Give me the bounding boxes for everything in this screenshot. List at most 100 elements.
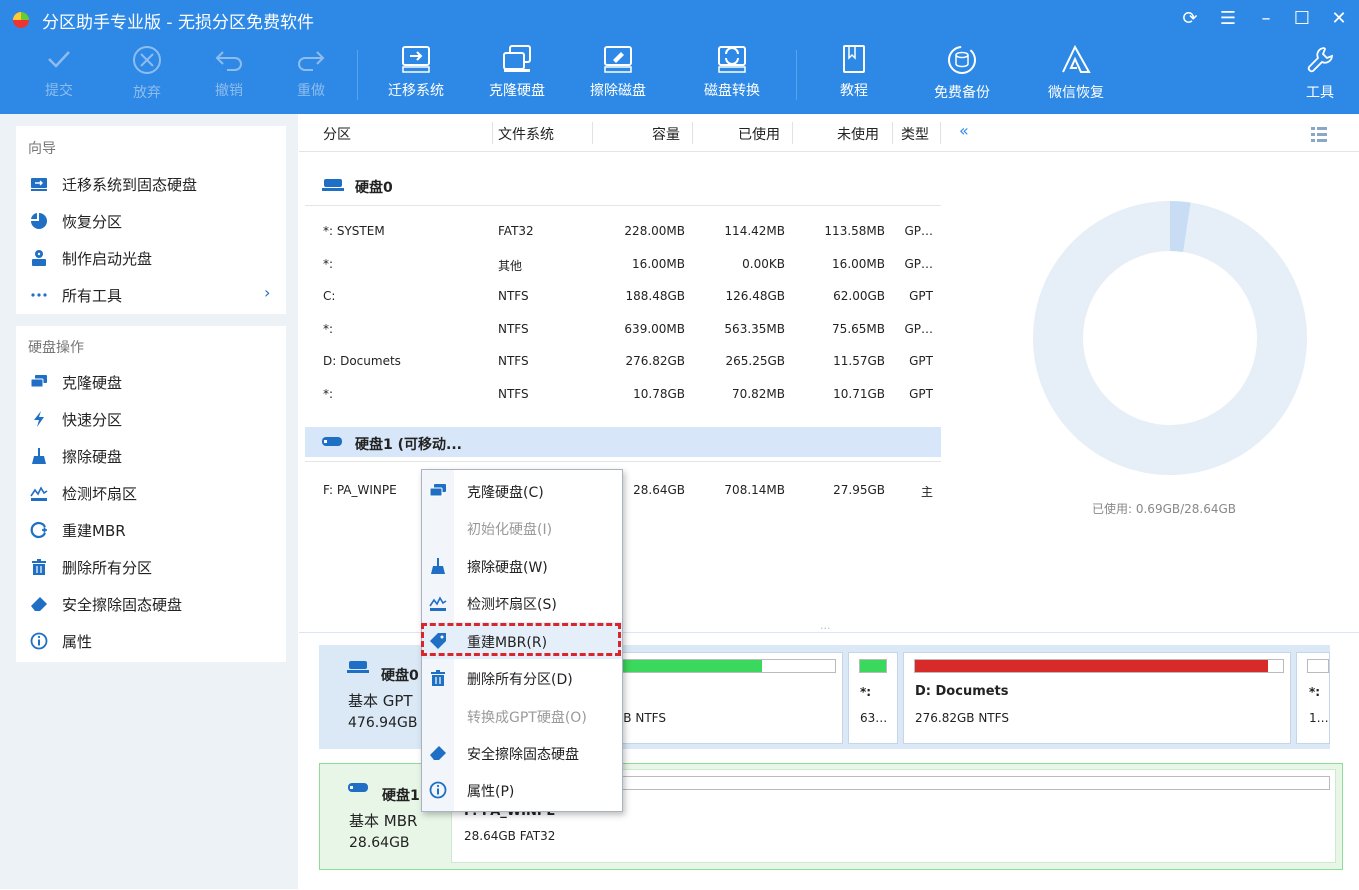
menu-item-label: 克隆硬盘(C)	[467, 485, 544, 501]
partition-row[interactable]: D: Documets NTFS 276.82GB 265.25GB 11.57GB GP…	[305, 345, 941, 377]
cell-filesystem: FAT32	[498, 224, 534, 238]
diskop-secure-erase-ssd[interactable]: 安全擦除固态硬盘	[16, 586, 286, 620]
usage-fill	[915, 660, 1269, 672]
tutorial-button[interactable]: 教程	[814, 44, 894, 110]
disk0-partition-small[interactable]: *: 63…	[848, 652, 898, 744]
wipe-disk-button[interactable]: 擦除磁盘	[578, 44, 658, 110]
diskop-delete-all-partitions[interactable]: 删除所有分区	[16, 549, 286, 583]
menu-item-secure-erase-ssd[interactable]: 安全擦除固态硬盘	[422, 734, 622, 771]
tools-button[interactable]: 工具	[1280, 44, 1359, 110]
minimize-icon[interactable]: –	[1253, 6, 1279, 32]
menu-item-convert-to-gpt[interactable]: 转换成GPT硬盘(O)	[422, 697, 622, 734]
menu-item-initialize-disk[interactable]: 初始化硬盘(I)	[422, 509, 622, 546]
info-icon	[429, 781, 447, 799]
partition-row[interactable]: C: NTFS 188.48GB 126.48GB 62.00GB GPT	[305, 280, 941, 312]
clone-disk-button[interactable]: 克隆硬盘	[477, 44, 557, 110]
cell-partition: C:	[323, 289, 336, 304]
disk0-map-size: 476.94GB	[348, 715, 418, 731]
cell-free: 10.71GB	[833, 387, 885, 401]
col-filesystem[interactable]: 文件系统	[498, 124, 554, 144]
wrench-icon	[1307, 47, 1333, 73]
diskop-properties[interactable]: 属性	[16, 623, 286, 657]
col-free[interactable]: 未使用	[837, 124, 879, 144]
redo-button[interactable]: 重做	[271, 44, 351, 110]
diskop-label: 安全擦除固态硬盘	[62, 596, 183, 614]
menu-icon[interactable]: ☰	[1215, 6, 1241, 32]
col-separator	[940, 122, 941, 144]
diskop-quick-partition[interactable]: 快速分区	[16, 401, 286, 435]
undo-icon	[215, 51, 242, 71]
trash-icon	[431, 670, 445, 686]
diskop-label: 重建MBR	[62, 522, 126, 540]
disk-operations-card: 硬盘操作 克隆硬盘 快速分区 擦除硬盘 检测坏扇区 重建MBR 删除所有分区 安…	[16, 326, 286, 662]
diskop-wipe-disk[interactable]: 擦除硬盘	[16, 438, 286, 472]
disk0-partition-last[interactable]: *: 1…	[1296, 652, 1330, 744]
col-used[interactable]: 已使用	[738, 124, 780, 144]
col-type[interactable]: 类型	[901, 124, 929, 144]
diskop-rebuild-mbr[interactable]: 重建MBR	[16, 512, 286, 546]
partition-row[interactable]: F: PA_WINPE 28.64GB 708.14MB 27.95GB 主	[305, 474, 941, 506]
cell-partition: D: Documets	[323, 354, 401, 369]
collapse-panel-button[interactable]: «	[959, 121, 969, 140]
info-icon	[30, 632, 48, 650]
bad-sector-icon	[30, 486, 48, 501]
check-icon	[48, 51, 70, 68]
partition-row[interactable]: *: 其他 16.00MB 0.00KB 16.00MB GP…	[305, 248, 941, 280]
disk0-row[interactable]: 硬盘0	[305, 170, 941, 200]
partition-name: D: Documets	[915, 684, 1009, 699]
toolbar-separator	[357, 50, 358, 100]
tutorial-label: 教程	[840, 83, 868, 99]
broom-icon	[431, 558, 445, 574]
migrate-system-button[interactable]: 迁移系统	[376, 44, 456, 110]
redo-icon	[298, 51, 325, 71]
disk-convert-button[interactable]: 磁盘转换	[692, 44, 772, 110]
disk0-partition-d[interactable]: D: Documets 276.82GB NTFS	[903, 652, 1291, 744]
donut-free-ring	[1033, 201, 1307, 475]
diskop-clone-disk[interactable]: 克隆硬盘	[16, 364, 286, 398]
backup-icon	[948, 46, 976, 74]
refresh-icon[interactable]: ⟳	[1177, 6, 1203, 32]
cell-partition: *:	[323, 256, 334, 271]
window-title: 分区助手专业版 - 无损分区免费软件	[42, 13, 314, 33]
clone-disk-icon	[503, 45, 531, 72]
menu-item-clone-disk[interactable]: 克隆硬盘(C)	[422, 472, 622, 509]
discard-button[interactable]: 放弃	[107, 44, 187, 110]
menu-item-properties[interactable]: 属性(P)	[422, 771, 622, 808]
wizard-item-boot-disc[interactable]: 制作启动光盘	[16, 240, 286, 274]
more-dots-icon	[31, 293, 47, 297]
cell-capacity: 188.48GB	[625, 289, 685, 304]
wipe-disk-icon	[604, 46, 632, 73]
migrate-drive-icon	[402, 46, 430, 73]
partition-row[interactable]: *: NTFS 639.00MB 563.35MB 75.65MB GP…	[305, 313, 941, 345]
undo-button[interactable]: 撤销	[189, 44, 269, 110]
col-partition[interactable]: 分区	[323, 124, 351, 144]
cell-filesystem: NTFS	[498, 321, 529, 336]
cell-type: GPT	[909, 354, 933, 369]
disk1-row-selected[interactable]: 硬盘1 (可移动...	[305, 427, 941, 457]
wizard-item-migrate-ssd[interactable]: 迁移系统到固态硬盘	[16, 166, 286, 200]
wizard-item-label: 所有工具	[62, 287, 123, 305]
menu-item-wipe-disk[interactable]: 擦除硬盘(W)	[422, 547, 622, 584]
cell-capacity: 10.78GB	[633, 387, 685, 401]
cell-capacity: 28.64GB	[633, 483, 685, 497]
redo-label: 重做	[297, 83, 325, 99]
menu-item-check-bad-sector[interactable]: 检测坏扇区(S)	[422, 584, 622, 621]
close-icon[interactable]: ✕	[1326, 6, 1352, 32]
usage-bar	[614, 659, 836, 673]
trash-icon	[32, 559, 46, 575]
maximize-icon[interactable]: ☐	[1289, 6, 1315, 32]
view-toggle-icon[interactable]	[1310, 125, 1328, 143]
col-capacity[interactable]: 容量	[652, 124, 680, 144]
wechat-recovery-button[interactable]: 微信恢复	[1036, 44, 1116, 110]
free-backup-button[interactable]: 免费备份	[922, 44, 1002, 110]
menu-item-delete-all-partitions[interactable]: 删除所有分区(D)	[422, 659, 622, 696]
disk0-partition-c[interactable]: GB NTFS	[605, 652, 843, 744]
wizard-item-recover-partition[interactable]: 恢复分区	[16, 203, 286, 237]
partition-row[interactable]: *: NTFS 10.78GB 70.82MB 10.71GB GPT	[305, 378, 941, 410]
partition-row[interactable]: *: SYSTEM FAT32 228.00MB 114.42MB 113.58MB GP…	[305, 215, 941, 247]
wizard-item-all-tools[interactable]: 所有工具 ›	[16, 277, 286, 311]
diskop-check-bad-sector[interactable]: 检测坏扇区	[16, 475, 286, 509]
commit-button[interactable]: 提交	[19, 44, 99, 110]
cell-filesystem: NTFS	[498, 387, 529, 401]
cell-used: 563.35MB	[724, 321, 785, 336]
